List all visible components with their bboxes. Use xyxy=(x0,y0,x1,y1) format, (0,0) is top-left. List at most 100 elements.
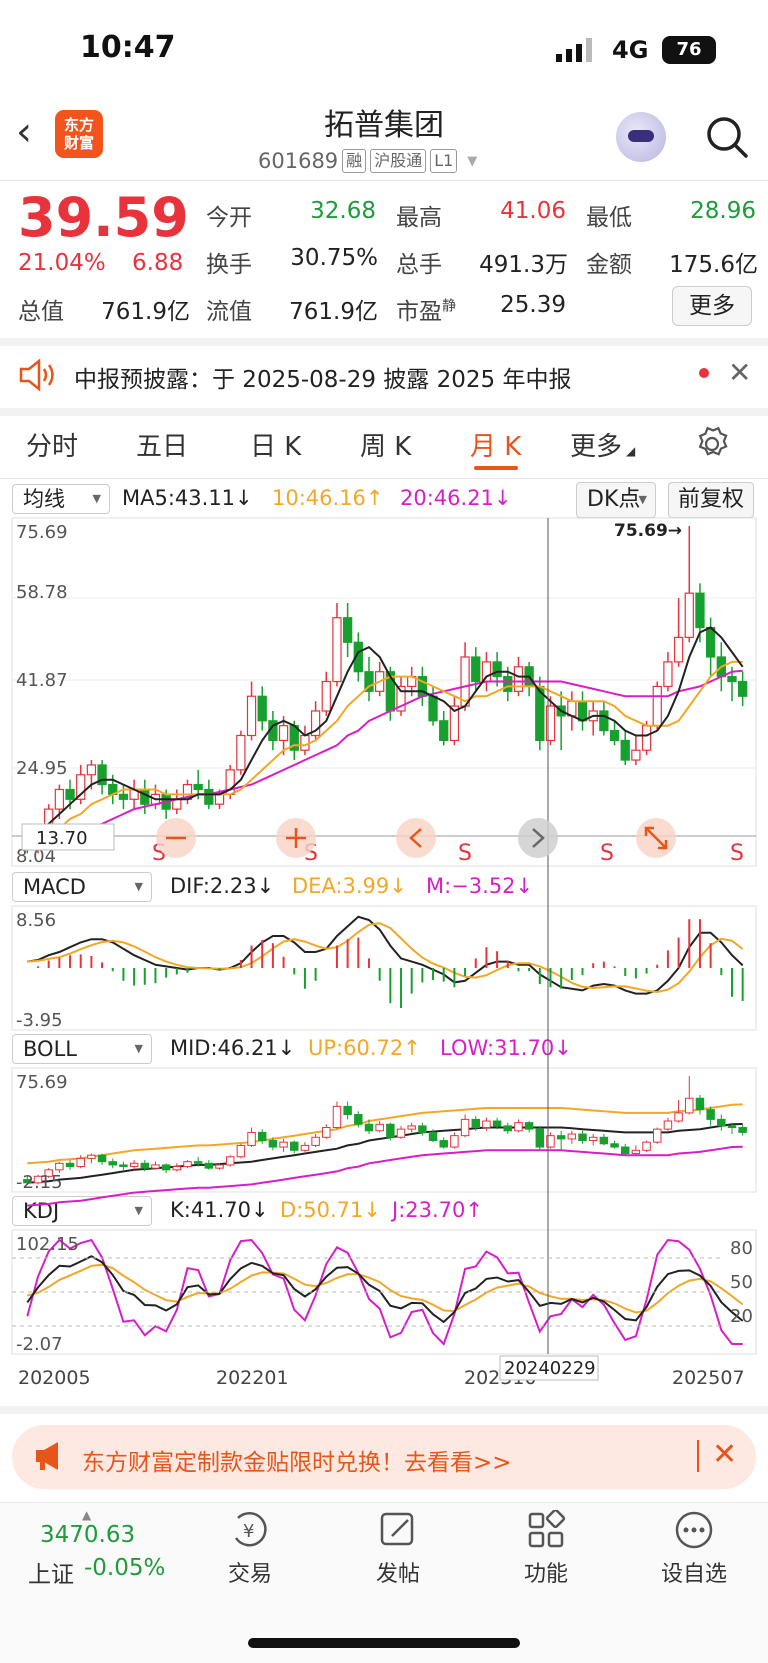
boll-candle-body xyxy=(129,1162,139,1168)
kdj-right-label: 20 xyxy=(730,1306,753,1327)
kdj-y-label: -2.07 xyxy=(16,1334,63,1355)
candle-body xyxy=(673,636,684,663)
kdj-right-label: 80 xyxy=(730,1238,753,1259)
boll-candle-body xyxy=(685,1097,694,1114)
candle-body xyxy=(257,695,267,722)
nav-add-watchlist[interactable]: 设自选 xyxy=(644,1556,744,1588)
candle-body xyxy=(300,734,310,751)
boll-candle-body xyxy=(642,1141,651,1151)
boll-candle-body xyxy=(610,1143,619,1148)
nav-function[interactable]: 功能 xyxy=(506,1556,586,1588)
boll-candle-body xyxy=(556,1135,566,1140)
candle-body xyxy=(705,626,716,658)
candle-body xyxy=(204,788,214,805)
candle-body xyxy=(577,700,588,722)
scroll-right-button[interactable] xyxy=(518,818,558,858)
apps-icon[interactable] xyxy=(526,1508,566,1550)
boll-candle-body xyxy=(567,1133,577,1140)
candle-body xyxy=(609,729,620,742)
boll-candle-body xyxy=(76,1157,85,1168)
boll-candle-body xyxy=(460,1118,470,1137)
close-icon[interactable]: ✕ xyxy=(712,1437,737,1472)
more-circle-icon[interactable] xyxy=(674,1510,714,1550)
y-label: 41.87 xyxy=(16,670,68,691)
trade-icon[interactable]: ¥ xyxy=(230,1510,270,1550)
kdj-y-label: 102.15 xyxy=(16,1234,79,1255)
boll-candle-body xyxy=(279,1141,288,1148)
kdj-d-line xyxy=(27,1263,744,1314)
sell-mark: S xyxy=(730,841,744,866)
boll-candle-body xyxy=(674,1112,683,1122)
zoom-out-button[interactable] xyxy=(156,818,196,858)
kline-chart[interactable]: 75.69 58.78 41.87 24.95 8.04 75.69→ 13.7… xyxy=(0,0,768,1420)
boll-candle-body xyxy=(695,1097,705,1111)
y-label: 24.95 xyxy=(16,758,68,779)
candle-body xyxy=(140,788,150,805)
boll-candle-body xyxy=(653,1128,662,1143)
boll-candle-body xyxy=(215,1164,224,1169)
boll-candle-body xyxy=(738,1127,747,1133)
boll-candle-body xyxy=(268,1140,278,1148)
fullscreen-button[interactable] xyxy=(636,818,676,858)
boll-candle-body xyxy=(492,1120,502,1127)
low-marker: 13.70 xyxy=(36,828,88,849)
boll-candle-body xyxy=(631,1149,641,1155)
crosshair-date: 20240229 xyxy=(504,1358,596,1379)
boll-candle-body xyxy=(55,1162,64,1171)
candle-body xyxy=(439,720,449,742)
boll-candle-body xyxy=(97,1154,107,1163)
nav-trade[interactable]: 交易 xyxy=(210,1556,290,1588)
candle-body xyxy=(236,734,246,771)
candle-body xyxy=(513,666,524,692)
macd-y-label: -3.95 xyxy=(16,1010,63,1031)
boll-candle-body xyxy=(257,1131,267,1142)
boll-candle-body xyxy=(140,1162,150,1169)
boll-candle-body xyxy=(717,1118,726,1127)
boll-candle-body xyxy=(418,1125,427,1133)
candle-body xyxy=(492,661,502,678)
candle-body xyxy=(86,764,97,776)
x-label: 202507 xyxy=(672,1367,745,1389)
candle-body xyxy=(503,676,513,692)
boll-panel-frame xyxy=(11,1067,757,1193)
boll-candle-body xyxy=(663,1120,673,1130)
x-label: 202201 xyxy=(216,1367,289,1389)
post-icon[interactable] xyxy=(378,1510,418,1550)
boll-candle-body xyxy=(407,1125,416,1130)
boll-candle-body xyxy=(471,1118,480,1129)
index-change[interactable]: -0.05% xyxy=(84,1555,165,1581)
boll-candle-body xyxy=(503,1125,513,1132)
boll-candle-body xyxy=(428,1131,438,1142)
boll-candle-body xyxy=(172,1166,182,1171)
candle-body xyxy=(663,661,673,688)
boll-candle-body xyxy=(119,1164,128,1168)
promo-text[interactable]: 东方财富定制款金贴限时兑换！去看看>> xyxy=(82,1443,512,1477)
candle-body xyxy=(641,725,652,751)
boll-candle-body xyxy=(193,1161,203,1164)
home-indicator xyxy=(248,1638,520,1648)
boll-candle-body xyxy=(727,1125,737,1129)
boll-candle-body xyxy=(343,1105,352,1116)
boll-candle-body xyxy=(599,1136,609,1145)
macd-y-label: 8.56 xyxy=(16,910,56,931)
candle-body xyxy=(599,710,609,732)
boll-candle-body xyxy=(706,1109,715,1120)
scroll-left-button[interactable] xyxy=(396,818,436,858)
candle-body xyxy=(460,656,470,707)
candle-body xyxy=(65,788,75,800)
candle-body xyxy=(471,656,481,683)
candle-body xyxy=(481,661,492,683)
candle-body xyxy=(727,676,737,683)
index-value[interactable]: 3470.63 xyxy=(40,1522,135,1548)
index-name[interactable]: 上证 xyxy=(28,1555,74,1589)
candle-body xyxy=(428,695,438,722)
nav-post[interactable]: 发帖 xyxy=(358,1556,438,1588)
boll-candle-body xyxy=(482,1120,491,1129)
boll-candle-body xyxy=(588,1136,598,1142)
zoom-in-button[interactable] xyxy=(276,818,316,858)
sell-mark: S xyxy=(458,841,472,866)
boll-candle-body xyxy=(375,1123,384,1132)
svg-text:¥: ¥ xyxy=(243,1521,254,1542)
boll-y-label: -2.15 xyxy=(16,1172,63,1193)
kdj-right-label: 50 xyxy=(730,1272,753,1293)
